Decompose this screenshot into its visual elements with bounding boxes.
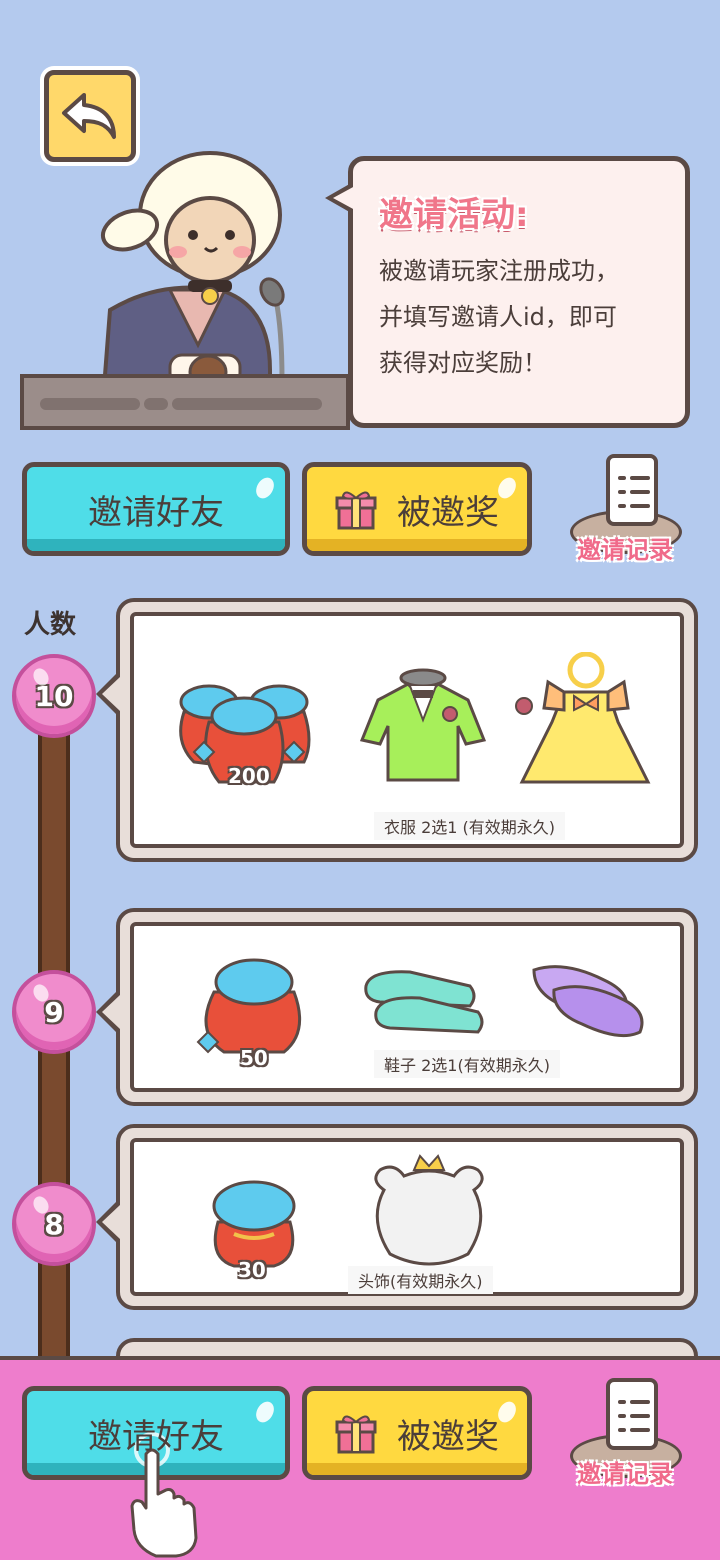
footer-invite-record-button[interactable]: 邀请记录 [550, 1376, 700, 1496]
diamond-quantity: 30 [238, 1258, 266, 1282]
purple-shoes-icon [532, 965, 644, 1038]
headwear-icon [374, 1154, 484, 1266]
gloss-highlight [252, 474, 278, 502]
invite-record-label: 邀请记录 [577, 536, 673, 564]
button-shade [307, 539, 527, 551]
invite-friends-button[interactable]: 邀请好友 [22, 462, 290, 556]
action-row-top: 邀请好友 被邀奖 邀请记录 [22, 454, 702, 564]
reward-card-inner: 200 衣服 2选1 (有效期永久) [130, 612, 684, 848]
back-arrow-icon [62, 93, 116, 139]
activity-line-2: 并填写邀请人id，即可 [379, 303, 617, 331]
tier-node-9: 9 [12, 970, 96, 1054]
reward-card-inner: 30 头饰(有效期永久) [130, 1138, 684, 1296]
card-tail-inner [102, 677, 120, 711]
footer-invite-friends-label: 邀请好友 [88, 1416, 224, 1457]
sheep-mascot-illustration [20, 151, 350, 430]
reward-card-9: 50 鞋子 2选1(有效期永久) [116, 908, 698, 1106]
reward-card-8: 30 头饰(有效期永久) [116, 1124, 698, 1310]
reward-card-inner: 50 鞋子 2选1(有效期永久) [130, 922, 684, 1092]
activity-title: 邀请活动: [379, 195, 529, 235]
button-shade [307, 1463, 527, 1475]
diamond-quantity: 50 [240, 1046, 268, 1070]
invite-record-button[interactable]: 邀请记录 [550, 452, 700, 572]
action-row-footer: 邀请好友 被邀奖 邀请记录 [22, 1378, 702, 1488]
gift-icon [335, 1415, 377, 1454]
activity-description-bubble: 邀请活动: 被邀请玩家注册成功， 并填写邀请人id，即可 获得对应奖励！ [348, 156, 690, 428]
diamond-pouch-icon [212, 1180, 296, 1268]
footer-invited-reward-label: 被邀奖 [397, 1416, 499, 1457]
footer-invite-record-label: 邀请记录 [577, 1460, 673, 1488]
invited-reward-label: 被邀奖 [397, 492, 499, 533]
teal-shoes-icon [364, 970, 484, 1034]
card-tail-inner [102, 995, 120, 1029]
activity-line-1: 被邀请玩家注册成功， [379, 257, 619, 285]
green-suit-icon [359, 668, 487, 782]
activity-line-3: 获得对应奖励！ [379, 349, 547, 377]
clothing-caption: 衣服 2选1 (有效期永久) [374, 812, 566, 840]
yellow-dress-icon [515, 652, 651, 784]
reward-card-10: 200 衣服 2选1 (有效期永久) [116, 598, 698, 862]
diamond-quantity: 200 [228, 764, 270, 788]
tier-node-8: 8 [12, 1182, 96, 1266]
clipboard-icon [606, 1378, 658, 1450]
gift-icon [335, 491, 377, 530]
shoes-caption: 鞋子 2选1(有效期永久) [374, 1050, 560, 1078]
tier-node-10: 10 [12, 654, 96, 738]
card-tail-inner [102, 1205, 120, 1239]
clipboard-icon [606, 454, 658, 526]
bubble-tail-inner [333, 186, 355, 210]
invited-reward-button[interactable]: 被邀奖 [302, 462, 532, 556]
people-count-label: 人数 [24, 610, 77, 640]
gloss-highlight [252, 1398, 278, 1426]
footer-invited-reward-button[interactable]: 被邀奖 [302, 1386, 532, 1480]
button-shade [27, 539, 285, 551]
headwear-caption: 头饰(有效期永久) [348, 1266, 493, 1294]
invite-friends-label: 邀请好友 [88, 492, 224, 533]
